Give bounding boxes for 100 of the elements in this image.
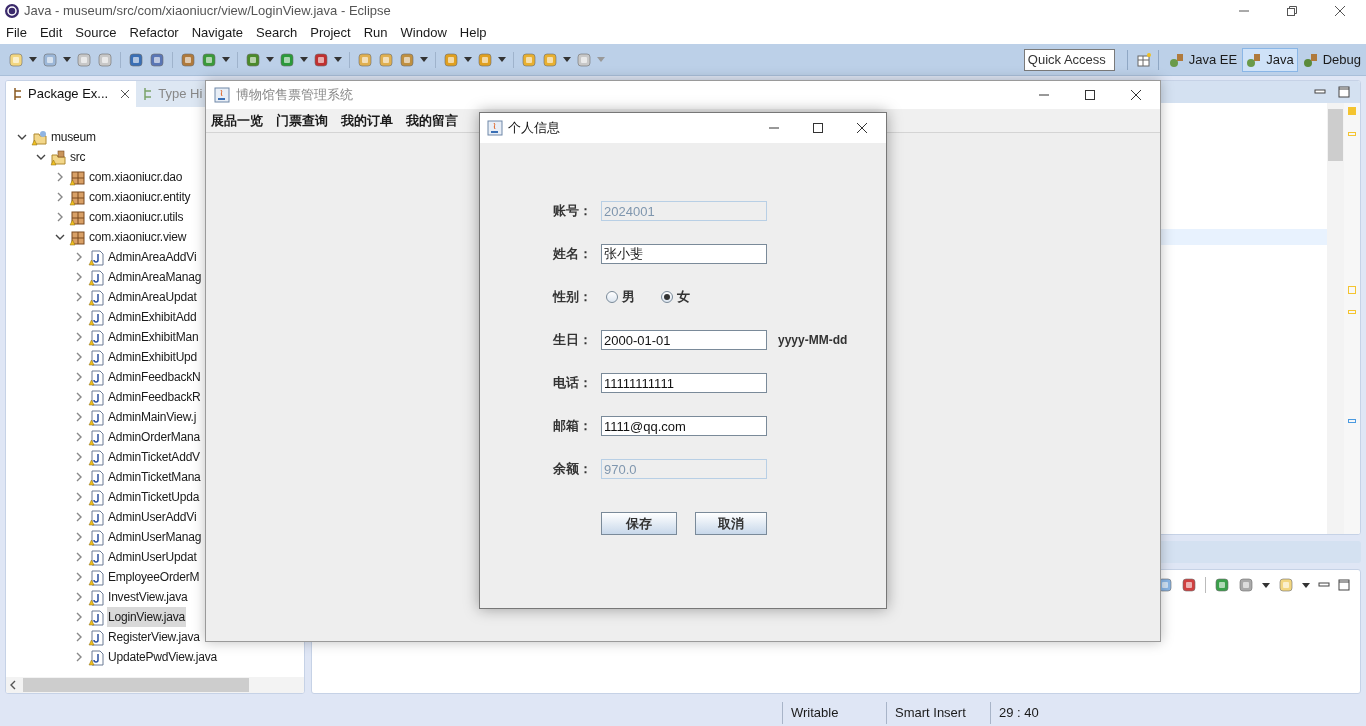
tree-item[interactable]: EmployeeOrderM [107,567,201,587]
tree-item[interactable]: RegisterView.java [107,627,201,647]
scroll-left-icon[interactable] [9,680,17,690]
tree-item[interactable]: AdminExhibitAdd [107,307,198,327]
java-file-icon [88,628,105,646]
tree-item[interactable]: LoginView.java [107,607,187,627]
minimize-icon[interactable] [1318,580,1330,590]
project-folder-icon [31,128,48,146]
perspective-button[interactable]: Java [1242,47,1298,72]
caret-icon[interactable] [563,57,571,62]
vertical-scrollbar[interactable] [1327,103,1344,534]
radio-option[interactable]: 女 [661,287,690,307]
menu-item[interactable]: 我的订单 [341,110,393,131]
tree-item[interactable]: AdminMainView.j [107,407,198,427]
tree-item[interactable]: AdminTicketMana [107,467,202,487]
java-file-icon [88,588,105,606]
menu-item[interactable]: Run [363,23,388,43]
restore-icon[interactable] [1286,5,1298,17]
tree-item[interactable]: AdminFeedbackN [107,367,202,387]
java-file-icon [88,288,105,306]
field-label: 余额： [553,460,593,479]
close-icon[interactable] [1334,5,1346,17]
tree-item[interactable]: museum [50,127,97,147]
eclipse-logo-icon [4,3,20,19]
menu-item[interactable]: Help [459,23,487,43]
caret-icon[interactable] [498,57,506,62]
java-file-icon [88,268,105,286]
menu-item[interactable]: Refactor [129,23,179,43]
java-file-icon [88,348,105,366]
perspective-button[interactable]: Java EE [1164,47,1242,72]
close-icon[interactable] [856,122,868,134]
text-field[interactable]: 11111111111 [601,373,767,393]
menu-item[interactable]: Search [256,23,298,43]
radio-button[interactable] [606,291,618,303]
close-icon[interactable] [1130,89,1142,101]
minimize-icon[interactable] [1314,87,1326,97]
menu-item[interactable]: Window [400,23,447,43]
perspective-icon [1168,51,1185,68]
tree-item[interactable]: AdminUserUpdat [107,547,198,567]
dialog-button[interactable]: 取消 [695,512,767,535]
menu-item[interactable]: Source [75,23,117,43]
quick-access-field[interactable]: Quick Access [1023,48,1115,71]
tree-item[interactable]: AdminExhibitMan [107,327,200,347]
caret-icon[interactable] [300,57,308,62]
text-field[interactable]: 1111@qq.com [601,416,767,436]
perspective-icon [1302,51,1319,68]
java-cup-icon [487,120,503,136]
perspective-button[interactable]: Debug [1298,47,1365,72]
caret-icon[interactable] [222,57,230,62]
tree-item[interactable]: src [69,147,87,167]
menu-item[interactable]: 展品一览 [211,110,263,131]
tree-item[interactable]: AdminAreaManag [107,267,203,287]
java-file-icon [88,428,105,446]
java-file-icon [88,468,105,486]
tree-item[interactable]: com.xiaoniucr.utils [88,207,185,227]
view-tab[interactable]: Package Ex... [6,81,137,107]
maximize-icon[interactable] [812,122,824,134]
tree-item[interactable]: AdminTicketAddV [107,447,201,467]
status-text: Writable [790,704,840,723]
menu-item[interactable]: Project [310,23,351,43]
text-field[interactable]: 2000-01-01 [601,330,767,350]
tree-item[interactable]: AdminOrderMana [107,427,201,447]
menu-item[interactable]: File [6,23,27,43]
tree-item[interactable]: AdminAreaAddVi [107,247,198,267]
menu-item[interactable]: Edit [39,23,63,43]
text-field[interactable]: 张小斐 [601,244,767,264]
caret-icon[interactable] [29,57,37,62]
window-title: Java - museum/src/com/xiaoniucr/view/LoginView.java - Eclipse [24,2,391,21]
java-file-icon [88,648,105,666]
caret-icon[interactable] [464,57,472,62]
tree-item[interactable]: AdminFeedbackR [107,387,202,407]
tree-item[interactable]: AdminAreaUpdat [107,287,198,307]
menu-item[interactable]: 门票查询 [276,110,328,131]
tree-item[interactable]: com.xiaoniucr.dao [88,167,184,187]
menu-item[interactable]: Navigate [191,23,243,43]
close-icon[interactable] [120,89,131,99]
tree-item[interactable]: AdminTicketUpda [107,487,201,507]
caret-icon[interactable] [420,57,428,62]
hierarchy-icon [12,87,24,101]
caret-icon[interactable] [334,57,342,62]
radio-option[interactable]: 男 [606,287,635,307]
horizontal-scrollbar[interactable] [23,678,249,692]
open-perspective-icon[interactable] [1135,51,1152,68]
java-file-icon [88,548,105,566]
tree-item[interactable]: UpdatePwdView.java [107,647,218,667]
source-folder-icon [50,148,67,166]
radio-button[interactable] [661,291,673,303]
tree-item[interactable]: com.xiaoniucr.view [88,227,188,247]
caret-icon[interactable] [1262,582,1270,588]
tree-item[interactable]: AdminUserManag [107,527,203,547]
tree-item[interactable]: com.xiaoniucr.entity [88,187,192,207]
caret-icon[interactable] [63,57,71,62]
tree-item[interactable]: AdminExhibitUpd [107,347,199,367]
dialog-button[interactable]: 保存 [601,512,677,535]
maximize-icon[interactable] [1084,89,1096,101]
caret-icon[interactable] [266,57,274,62]
tree-item[interactable]: AdminUserAddVi [107,507,198,527]
tree-item[interactable]: InvestView.java [107,587,189,607]
menu-item[interactable]: 我的留言 [406,110,458,131]
caret-icon[interactable] [1302,582,1310,588]
